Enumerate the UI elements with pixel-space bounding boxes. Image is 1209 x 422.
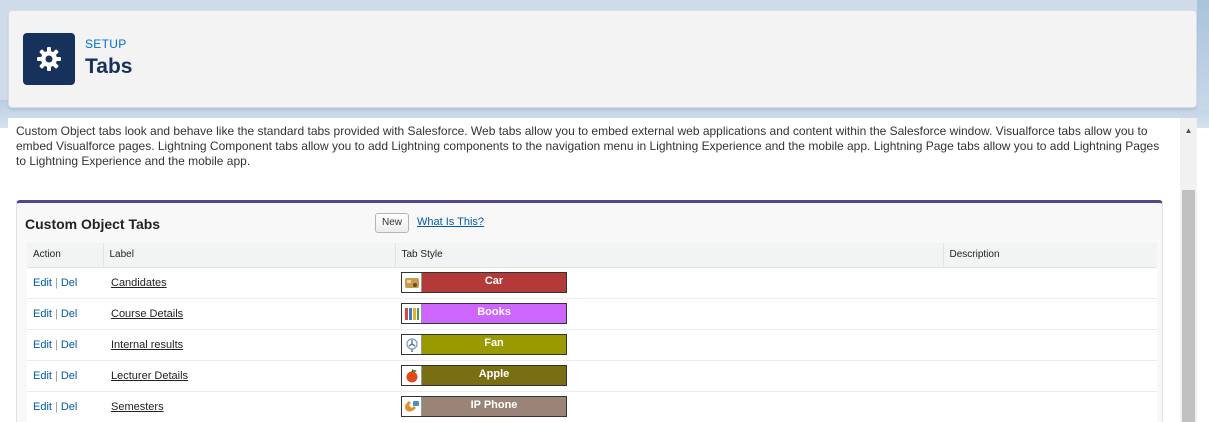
description-cell <box>943 391 1157 422</box>
delete-link[interactable]: Del <box>61 401 78 413</box>
column-header-description[interactable]: Description <box>943 243 1157 268</box>
delete-link[interactable]: Del <box>61 277 78 289</box>
tab-style-name: Car <box>422 273 566 292</box>
table-header-row: Action Label Tab Style Description <box>27 243 1157 268</box>
label-cell: Lecturer Details <box>103 360 395 392</box>
tab-label-link[interactable]: Candidates <box>109 277 167 289</box>
action-cell: Edit | Del <box>27 329 103 361</box>
tab-style-cell: Apple <box>395 360 943 392</box>
tab-style-name: IP Phone <box>422 397 566 416</box>
table-row: Edit | Del Internal results Fan <box>27 329 1157 361</box>
column-header-tab-style[interactable]: Tab Style <box>395 243 944 268</box>
action-cell: Edit | Del <box>27 360 103 392</box>
tab-style-swatch: IP Phone <box>401 396 567 417</box>
tab-label-link[interactable]: Lecturer Details <box>109 370 188 382</box>
delete-link[interactable]: Del <box>61 308 78 320</box>
tab-style-name: Fan <box>422 335 566 354</box>
description-cell <box>943 267 1157 299</box>
action-cell: Edit | Del <box>27 267 103 299</box>
new-button[interactable]: New <box>375 213 410 233</box>
breadcrumb[interactable]: SETUP <box>85 37 127 51</box>
tab-style-cell: Car <box>395 267 943 299</box>
column-header-action[interactable]: Action <box>27 243 104 268</box>
column-header-label[interactable]: Label <box>103 243 396 268</box>
tab-style-cell: Books <box>395 298 943 330</box>
action-cell: Edit | Del <box>27 298 103 330</box>
tab-style-name: Apple <box>422 366 566 385</box>
action-separator: | <box>54 276 58 289</box>
phone-icon <box>402 397 422 416</box>
tabs-table: Action Label Tab Style Description Edit |… <box>27 243 1157 422</box>
tab-style-swatch: Books <box>401 303 567 324</box>
delete-link[interactable]: Del <box>61 339 78 351</box>
page-title: Tabs <box>85 55 133 78</box>
action-cell: Edit | Del <box>27 391 103 422</box>
label-cell: Semesters <box>103 391 395 422</box>
action-separator: | <box>54 400 58 413</box>
edit-link[interactable]: Edit <box>33 308 52 320</box>
tab-style-swatch: Car <box>401 272 567 293</box>
scrollbar-thumb[interactable] <box>1182 190 1195 422</box>
label-cell: Course Details <box>103 298 395 330</box>
tab-style-name: Books <box>422 304 566 323</box>
edit-link[interactable]: Edit <box>33 339 52 351</box>
apple-icon <box>402 366 422 385</box>
table-row: Edit | Del Course Details Books <box>27 298 1157 330</box>
edit-link[interactable]: Edit <box>33 277 52 289</box>
label-cell: Internal results <box>103 329 395 361</box>
description-cell <box>943 329 1157 361</box>
window-edge <box>1197 0 1209 110</box>
car-icon <box>402 273 422 292</box>
page-description: Custom Object tabs look and behave like … <box>16 124 1160 168</box>
tab-label-link[interactable]: Semesters <box>109 401 164 413</box>
edit-link[interactable]: Edit <box>33 370 52 382</box>
books-icon <box>402 304 422 323</box>
fan-icon <box>402 335 422 354</box>
action-separator: | <box>54 307 58 320</box>
action-separator: | <box>54 338 58 351</box>
table-row: Edit | Del Lecturer Details Apple <box>27 360 1157 392</box>
table-row: Edit | Del Semesters IP Phone <box>27 391 1157 422</box>
description-cell <box>943 360 1157 392</box>
list-title: Custom Object Tabs <box>25 216 161 232</box>
table-row: Edit | Del Candidates Car <box>27 267 1157 299</box>
label-cell: Candidates <box>103 267 395 299</box>
custom-object-tabs-list: Custom Object Tabs New What Is This? Act… <box>16 200 1163 422</box>
page-header: SETUP Tabs <box>8 10 1197 108</box>
scroll-up-arrow-icon[interactable]: ▲ <box>1180 122 1197 138</box>
gear-icon <box>23 33 75 85</box>
tab-label-link[interactable]: Course Details <box>109 308 183 320</box>
tab-label-link[interactable]: Internal results <box>109 339 183 351</box>
tab-style-swatch: Apple <box>401 365 567 386</box>
delete-link[interactable]: Del <box>61 370 78 382</box>
what-is-this-link[interactable]: What Is This? <box>417 216 484 228</box>
tab-style-cell: Fan <box>395 329 943 361</box>
description-cell <box>943 298 1157 330</box>
main-content: Custom Object tabs look and behave like … <box>8 118 1197 422</box>
tab-style-swatch: Fan <box>401 334 567 355</box>
action-separator: | <box>54 369 58 382</box>
tab-style-cell: IP Phone <box>395 391 943 422</box>
vertical-scrollbar[interactable]: ▲ <box>1180 118 1197 422</box>
edit-link[interactable]: Edit <box>33 401 52 413</box>
